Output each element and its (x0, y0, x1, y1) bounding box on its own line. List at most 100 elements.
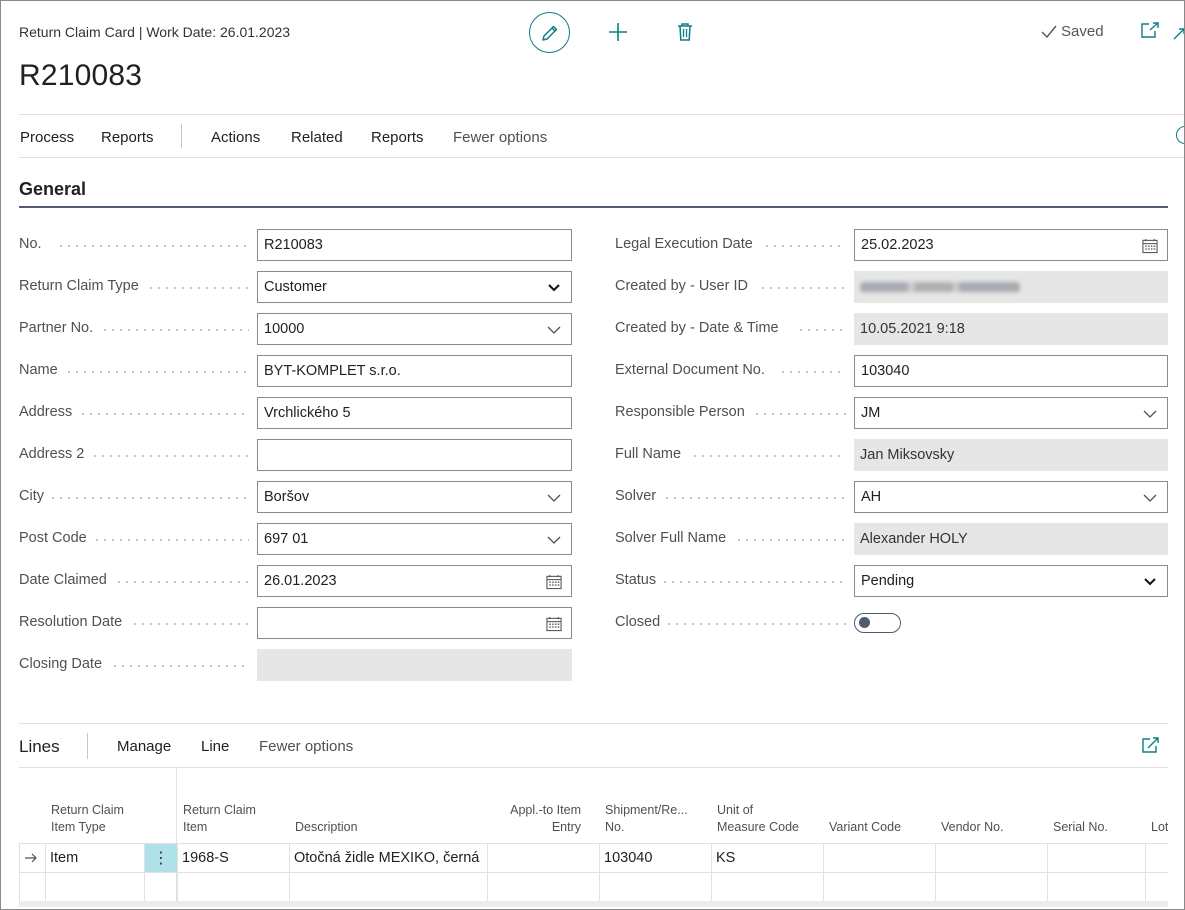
column-header-variant-code[interactable]: Variant Code (829, 802, 939, 836)
column-header-vendor-no[interactable]: Vendor No. (941, 802, 1051, 836)
address-2-leader-dots (91, 455, 249, 457)
column-header-serial-no[interactable]: Serial No. (1053, 802, 1153, 836)
external-document-no-value: 103040 (861, 363, 910, 379)
horizontal-scrollbar[interactable] (19, 901, 1168, 907)
chevron-down-icon (1142, 406, 1158, 422)
collapse-arrow-button[interactable] (1173, 27, 1184, 45)
solver-value: AH (861, 489, 882, 505)
expand-icon (1142, 737, 1159, 753)
address-2-input[interactable] (257, 439, 572, 471)
cell-unit-of-measure[interactable] (712, 873, 824, 902)
city-label: City (19, 488, 44, 504)
city-input[interactable]: Boršov (257, 481, 572, 513)
lines-action-fewer-options[interactable]: Fewer options (259, 738, 353, 755)
address-input[interactable]: Vrchlického 5 (257, 397, 572, 429)
chevron-down-icon (546, 532, 562, 548)
column-header-description[interactable]: Description (295, 802, 485, 836)
partner-no-leader-dots (101, 329, 249, 331)
resolution-date-input[interactable] (257, 607, 572, 639)
column-header-appl-to-item-entry[interactable]: Appl.-to Item Entry (489, 802, 581, 836)
column-header-lot[interactable]: Lot (1151, 802, 1168, 836)
new-button[interactable] (607, 21, 629, 43)
open-new-window-button[interactable] (1140, 21, 1160, 44)
cell-item-no[interactable] (178, 873, 290, 902)
cell-serial-no[interactable] (1048, 844, 1146, 873)
lines-grid: Return Claim Item Type Return Claim Item Des… (19, 768, 1168, 904)
cell-appl-to-item-entry[interactable] (488, 844, 600, 873)
calendar-icon[interactable] (546, 574, 562, 590)
cell-lot[interactable] (1146, 873, 1168, 902)
field-responsible-person: Responsible Person JM (615, 397, 1168, 429)
lines-title[interactable]: Lines (19, 737, 60, 757)
action-actions[interactable]: Actions (211, 129, 260, 146)
checkmark-icon (1041, 25, 1057, 38)
responsible-person-input[interactable]: JM (854, 397, 1168, 429)
closed-toggle[interactable] (854, 613, 901, 633)
info-icon[interactable] (1176, 126, 1184, 144)
responsible-person-value: JM (861, 405, 881, 421)
cell-shipment-no[interactable]: 103040 (600, 844, 712, 873)
cell-lot[interactable] (1146, 844, 1168, 873)
calendar-icon[interactable] (546, 616, 562, 632)
lines-action-line[interactable]: Line (201, 738, 229, 755)
cell-item-type[interactable] (46, 873, 145, 902)
row-menu-button[interactable]: ⋮ (145, 844, 178, 873)
row-indicator[interactable] (19, 873, 46, 902)
cell-description[interactable]: Otočná židle MEXIKO, černá (290, 844, 488, 873)
cell-item-no[interactable]: 1968-S (178, 844, 290, 873)
row-indicator[interactable] (19, 844, 46, 873)
partner-no-input[interactable]: 10000 (257, 313, 572, 345)
cell-vendor-no[interactable] (936, 844, 1048, 873)
action-related[interactable]: Related (291, 129, 343, 146)
column-header-return-claim-item[interactable]: Return Claim Item (183, 802, 293, 836)
cell-description[interactable] (290, 873, 488, 902)
pencil-icon (541, 25, 557, 41)
cell-variant-code[interactable] (824, 844, 936, 873)
return-claim-type-label: Return Claim Type (19, 278, 139, 294)
cell-appl-to-item-entry[interactable] (488, 873, 600, 902)
edit-button[interactable] (529, 12, 570, 53)
created-by-user-id-leader-dots (759, 287, 846, 289)
action-reports[interactable]: Reports (371, 129, 424, 146)
resolution-date-leader-dots (131, 623, 249, 625)
table-row[interactable] (19, 873, 1168, 902)
post-code-value: 697 01 (264, 531, 309, 547)
cell-vendor-no[interactable] (936, 873, 1048, 902)
cell-variant-code[interactable] (824, 873, 936, 902)
lines-divider (19, 723, 1168, 724)
cell-shipment-no[interactable] (600, 873, 712, 902)
column-header-return-claim-item-type[interactable]: Return Claim Item Type (51, 802, 161, 836)
section-general-title[interactable]: General (19, 179, 86, 200)
delete-button[interactable] (674, 21, 696, 43)
cell-serial-no[interactable] (1048, 873, 1146, 902)
action-fewer-options[interactable]: Fewer options (453, 129, 547, 146)
no-input[interactable]: R210083 (257, 229, 572, 261)
cell-unit-of-measure[interactable]: KS (712, 844, 824, 873)
name-input[interactable]: BYT-KOMPLET s.r.o. (257, 355, 572, 387)
action-reports-promoted[interactable]: Reports (101, 129, 154, 146)
row-menu-button[interactable] (145, 873, 178, 902)
column-header-shipment-re-no[interactable]: Shipment/Re... No. (605, 802, 701, 836)
lines-expand-button[interactable] (1142, 737, 1160, 758)
vertical-ellipsis-icon: ⋮ (153, 850, 169, 867)
field-resolution-date: Resolution Date (19, 607, 572, 639)
solver-input[interactable]: AH (854, 481, 1168, 513)
no-leader-dots (57, 245, 249, 247)
plus-icon (609, 23, 627, 41)
lines-action-manage[interactable]: Manage (117, 738, 171, 755)
action-process[interactable]: Process (20, 129, 74, 146)
table-row[interactable]: Item ⋮ 1968-S Otočná židle MEXIKO, černá 103… (19, 844, 1168, 873)
created-by-date-time-label: Created by - Date & Time (615, 320, 779, 336)
calendar-icon[interactable] (1142, 238, 1158, 254)
post-code-input[interactable]: 697 01 (257, 523, 572, 555)
column-header-unit-of-measure-code[interactable]: Unit of Measure Code (717, 802, 827, 836)
date-claimed-input[interactable]: 26.01.2023 (257, 565, 572, 597)
created-by-date-time-input: 10.05.2021 9:18 (854, 313, 1168, 345)
external-document-no-input[interactable]: 103040 (854, 355, 1168, 387)
column-header-line1: Return Claim (183, 803, 256, 817)
popout-icon (1141, 22, 1159, 38)
legal-execution-date-input[interactable]: 25.02.2023 (854, 229, 1168, 261)
cell-item-type[interactable]: Item (46, 844, 145, 873)
status-select[interactable]: Pending (854, 565, 1168, 597)
return-claim-type-select[interactable]: Customer (257, 271, 572, 303)
